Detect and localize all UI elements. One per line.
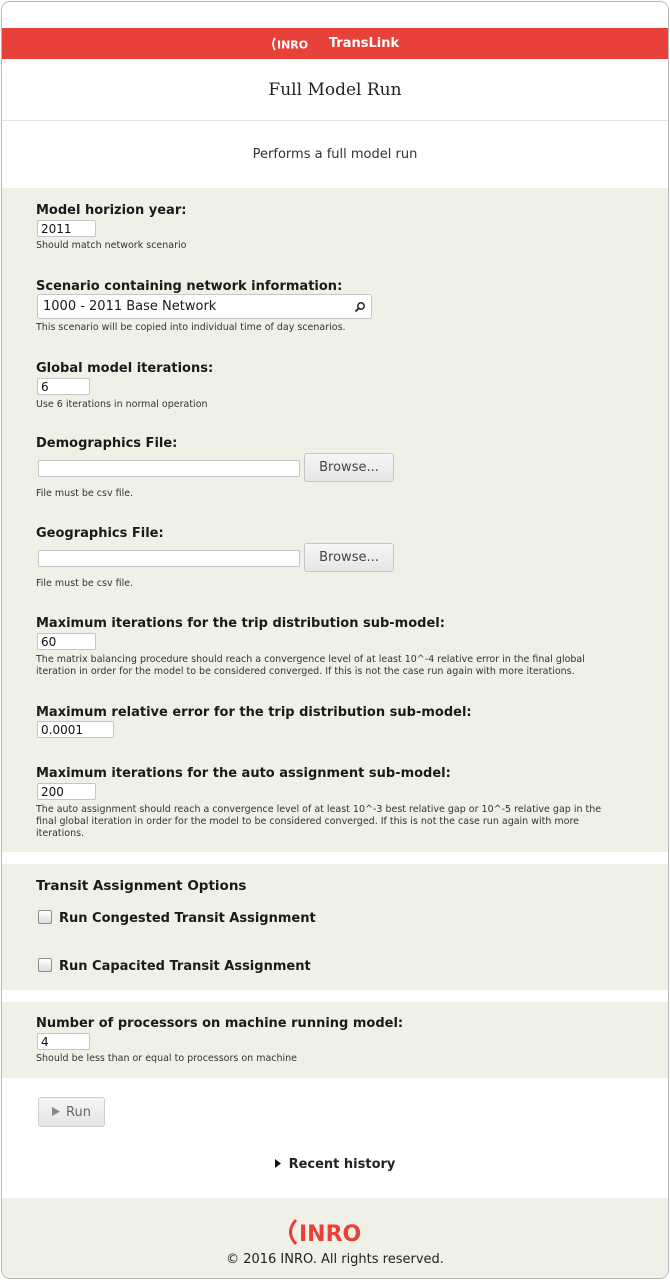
global-iterations-input[interactable]: [37, 378, 90, 395]
inro-footer-logo: INRO: [2, 1218, 668, 1246]
geographics-browse-button[interactable]: Browse...: [304, 543, 394, 572]
scenario-value: 1000 - 2011 Base Network: [43, 299, 217, 314]
demographics-browse-button[interactable]: Browse...: [304, 453, 394, 482]
trip-dist-iterations-hint-2: iteration in order for the model to be c…: [36, 666, 575, 677]
processors-hint: Should be less than or equal to processo…: [36, 1053, 298, 1064]
header-banner: INRO TransLink: [2, 28, 668, 59]
capacited-transit-label[interactable]: Run Capacited Transit Assignment: [59, 959, 311, 974]
global-iterations-hint: Use 6 iterations in normal operation: [36, 399, 208, 410]
play-icon: [52, 1105, 61, 1120]
search-icon[interactable]: [354, 301, 366, 313]
geographics-file-input[interactable]: [38, 550, 300, 567]
capacited-transit-checkbox[interactable]: [38, 958, 52, 972]
top-strip: [2, 2, 668, 28]
scenario-hint: This scenario will be copied into indivi…: [36, 322, 346, 333]
trip-dist-error-input[interactable]: [37, 721, 114, 738]
page-title: Full Model Run: [268, 79, 402, 100]
run-label: Run: [66, 1104, 91, 1120]
section-divider: [2, 852, 668, 864]
demographics-label: Demographics File:: [36, 436, 178, 451]
processors-input[interactable]: [37, 1033, 90, 1050]
inro-logo: INRO: [271, 37, 319, 51]
geographics-label: Geographics File:: [36, 526, 164, 541]
auto-assign-iterations-label: Maximum iterations for the auto assignme…: [36, 766, 451, 781]
scenario-label: Scenario containing network information:: [36, 279, 343, 294]
parameters-panel: Model horizion year: Should match networ…: [2, 188, 668, 852]
congested-transit-checkbox[interactable]: [38, 910, 52, 924]
horizon-year-input[interactable]: [37, 220, 96, 237]
auto-assign-hint-1: The auto assignment should reach a conve…: [36, 804, 602, 815]
transit-options-panel: Transit Assignment Options Run Congested…: [2, 864, 668, 990]
recent-history-label: Recent history: [288, 1157, 396, 1172]
tool-description: Performs a full model run: [2, 121, 668, 188]
processors-label: Number of processors on machine running …: [36, 1016, 404, 1031]
transit-options-heading: Transit Assignment Options: [36, 878, 247, 894]
processors-panel: Number of processors on machine running …: [2, 1002, 668, 1078]
auto-assign-hint-3: iterations.: [36, 828, 85, 839]
global-iterations-label: Global model iterations:: [36, 361, 214, 376]
horizon-year-label: Model horizion year:: [36, 203, 187, 218]
section-divider-2: [2, 990, 668, 1002]
congested-transit-label[interactable]: Run Congested Transit Assignment: [59, 911, 316, 926]
geographics-hint: File must be csv file.: [36, 578, 134, 589]
svg-text:INRO: INRO: [299, 1222, 361, 1246]
auto-assign-iterations-input[interactable]: [37, 783, 96, 800]
demographics-file-input[interactable]: [38, 460, 300, 477]
trip-dist-iterations-input[interactable]: [37, 633, 96, 650]
caret-right-icon: [274, 1157, 281, 1172]
auto-assign-hint-2: final global iteration in order for the …: [36, 816, 580, 827]
recent-history-toggle[interactable]: Recent history: [2, 1157, 668, 1172]
trip-dist-error-label: Maximum relative error for the trip dist…: [36, 705, 472, 720]
copyright-text: © 2016 INRO. All rights reserved.: [226, 1252, 444, 1267]
svg-text:INRO: INRO: [277, 38, 308, 51]
run-button[interactable]: Run: [38, 1097, 105, 1127]
title-bar: Full Model Run: [2, 59, 668, 121]
description-text: Performs a full model run: [252, 147, 418, 162]
scenario-selector[interactable]: 1000 - 2011 Base Network: [37, 294, 372, 319]
app-name: TransLink: [328, 36, 400, 51]
trip-dist-iterations-label: Maximum iterations for the trip distribu…: [36, 616, 445, 631]
demographics-hint: File must be csv file.: [36, 488, 134, 499]
app-window: INRO TransLink Full Model Run Performs a…: [1, 1, 669, 1279]
horizon-year-hint: Should match network scenario: [36, 240, 187, 251]
footer: INRO © 2016 INRO. All rights reserved.: [2, 1198, 668, 1278]
trip-dist-iterations-hint-1: The matrix balancing procedure should re…: [36, 654, 585, 665]
